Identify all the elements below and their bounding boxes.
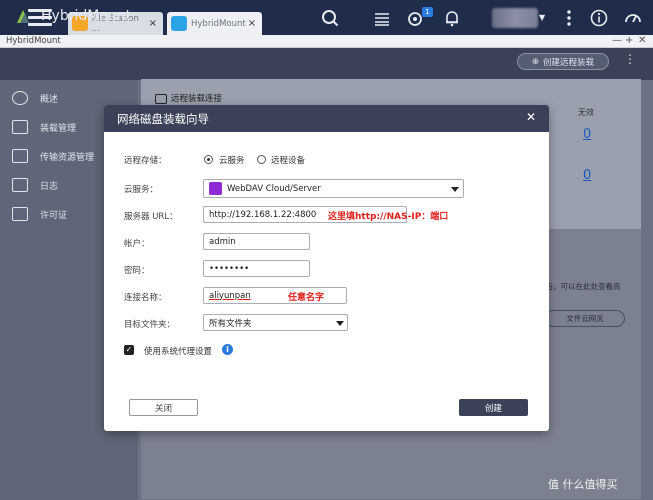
notification-badge: 1 — [422, 7, 433, 17]
connection-name-value: aliyunpan — [209, 290, 251, 301]
account-value: admin — [209, 236, 236, 247]
connection-name-annotation: 任意名字 — [288, 293, 325, 303]
transfer-icon — [12, 149, 28, 163]
sidebar-item-label: 日志 — [40, 181, 59, 192]
dashboard-icon[interactable] — [624, 9, 642, 27]
connection-name-input[interactable]: aliyunpan — [203, 287, 347, 304]
invalid-count-link[interactable]: 0 — [583, 127, 591, 142]
create-remote-mount-label: 创建远程装载 — [543, 57, 595, 68]
window-title: HybridMount — [6, 36, 61, 46]
mount-icon — [12, 120, 28, 134]
overview-icon — [12, 91, 28, 105]
chevron-down-icon — [336, 321, 344, 326]
panel-title: 远程装载连接 — [155, 92, 222, 104]
sidebar-item-label: 许可证 — [40, 210, 68, 221]
connection-icon — [155, 93, 167, 104]
invalid-count-link[interactable]: 0 — [583, 168, 591, 183]
radio-remote-label: 远程设备 — [271, 156, 306, 166]
app-name: HybridMount — [41, 8, 132, 24]
dialog-title: 网络磁盘装载向导 — [117, 112, 209, 126]
password-input[interactable]: •••••••• — [203, 260, 310, 277]
target-folder-select[interactable]: 所有文件夹 — [203, 314, 348, 331]
connection-name-label: 连接名称： — [124, 293, 167, 303]
close-window-button[interactable]: ✕ — [638, 35, 646, 46]
sidebar-item-label: 传输资源管理 — [40, 152, 95, 163]
remote-storage-label: 远程存储： — [124, 156, 167, 166]
sidebar-item-transfer[interactable]: 传输资源管理 — [12, 147, 94, 165]
server-url-value: http://192.168.1.22:4800 — [209, 209, 317, 220]
tab-hybridmount[interactable]: HybridMount × — [167, 12, 262, 35]
chevron-down-icon[interactable]: ▼ — [539, 13, 545, 22]
watermark: 值 什么值得买 — [548, 478, 618, 491]
account-input[interactable]: admin — [203, 233, 310, 250]
create-remote-mount-button[interactable]: ⊕ 创建远程装载 — [517, 53, 609, 70]
target-folder-value: 所有文件夹 — [209, 318, 252, 329]
radio-cloud-label: 云服务 — [219, 156, 245, 166]
sidebar-item-log[interactable]: 日志 — [12, 176, 58, 194]
cloud-service-value: WebDAV Cloud/Server — [227, 183, 321, 194]
log-icon — [12, 178, 28, 192]
sidebar-item-mount-management[interactable]: 装载管理 — [12, 118, 76, 136]
close-button[interactable]: 关闭 — [129, 399, 198, 416]
close-icon[interactable]: ✕ — [526, 110, 536, 124]
webdav-icon — [209, 182, 222, 195]
bell-icon[interactable] — [443, 9, 461, 27]
avatar[interactable] — [492, 8, 538, 28]
plus-icon: ⊕ — [531, 56, 540, 67]
radio-remote-device[interactable] — [257, 155, 266, 164]
task-stack-icon[interactable] — [373, 9, 391, 27]
dialog-header: 网络磁盘装载向导 ✕ — [104, 105, 549, 132]
options-icon[interactable] — [560, 9, 578, 27]
cloud-service-label: 云服务： — [124, 185, 159, 195]
minimize-button[interactable]: — — [612, 35, 622, 46]
column-header-invalid: 无效 — [578, 108, 594, 117]
mount-wizard-dialog: 网络磁盘装载向导 ✕ 远程存储： 云服务 远程设备 云服务： WebDAV Cl… — [104, 105, 549, 431]
more-icon[interactable]: ⋮ — [624, 52, 636, 66]
chevron-down-icon — [451, 187, 459, 192]
sidebar-item-label: 概述 — [40, 94, 59, 105]
password-value: •••••••• — [209, 263, 250, 274]
server-url-label: 服务器 URL： — [124, 212, 178, 222]
search-icon[interactable] — [321, 9, 339, 27]
sidebar-item-overview[interactable]: 概述 — [12, 89, 58, 107]
window-titlebar: HybridMount — + ✕ — [0, 35, 653, 48]
info-icon[interactable]: i — [222, 344, 233, 355]
tab-label: HybridMount — [191, 18, 246, 29]
create-button[interactable]: 创建 — [459, 399, 528, 416]
maximize-button[interactable]: + — [625, 35, 633, 46]
hybridmount-logo-icon — [17, 10, 29, 23]
proxy-label: 使用系统代理设置 — [144, 347, 213, 357]
sidebar-item-label: 装载管理 — [40, 123, 77, 134]
close-icon[interactable]: × — [149, 18, 157, 29]
radio-cloud-service[interactable] — [204, 155, 213, 164]
license-icon — [12, 207, 28, 221]
close-icon[interactable]: × — [248, 18, 256, 29]
hint-text: 关后，可以在此处查看高 — [538, 282, 621, 291]
proxy-checkbox[interactable]: ✓ — [124, 345, 134, 355]
cloud-service-select[interactable]: WebDAV Cloud/Server — [203, 179, 464, 198]
password-label: 密码： — [124, 266, 150, 276]
server-url-annotation: 这里填http://NAS-IP：端口 — [328, 212, 449, 222]
hybridmount-icon — [171, 16, 187, 31]
target-folder-label: 目标文件夹： — [124, 320, 176, 330]
info-icon[interactable] — [590, 9, 608, 27]
account-label: 帐户： — [124, 239, 150, 249]
sidebar-item-license[interactable]: 许可证 — [12, 205, 67, 223]
file-cloud-gateway-button[interactable]: 文件云网关 — [545, 310, 625, 327]
